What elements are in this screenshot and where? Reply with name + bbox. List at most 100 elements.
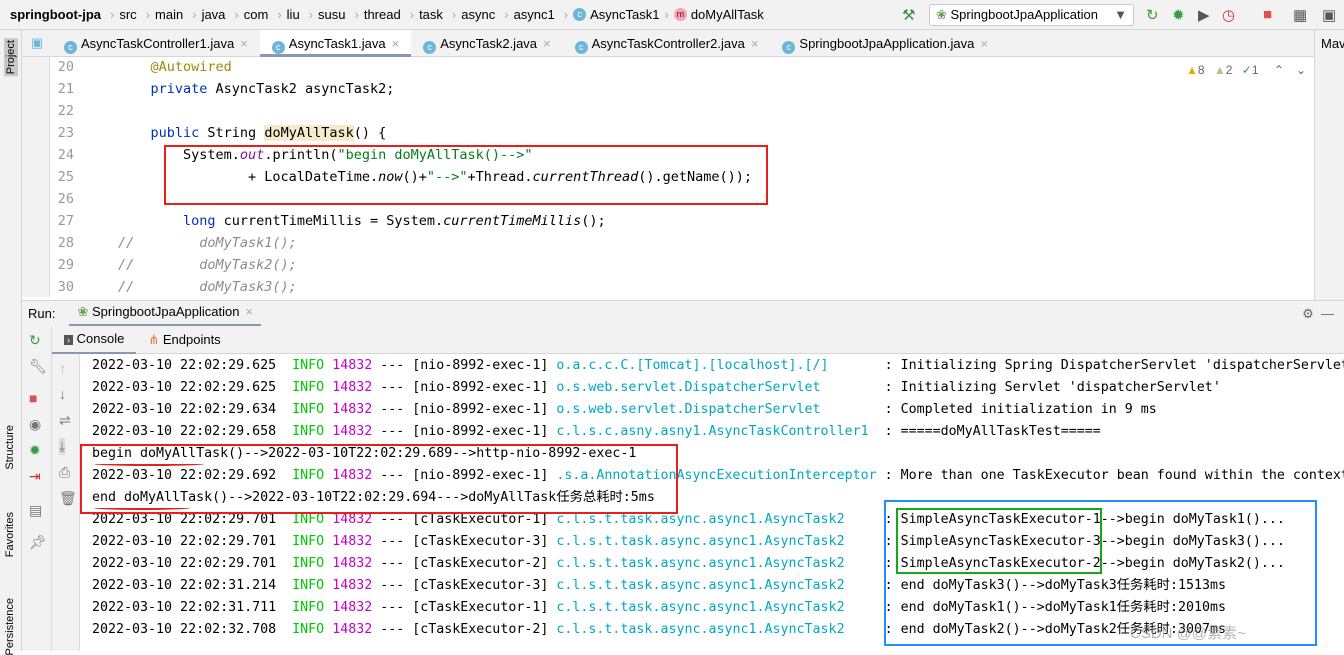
tab-springbootjpaapplication[interactable]: c SpringbootJpaApplication.java × (770, 30, 1000, 57)
project-structure-icon[interactable]: ▦ (1293, 6, 1307, 24)
breadcrumb-project[interactable]: springboot-jpa (10, 7, 101, 22)
debug-icon[interactable]: ✹ (1172, 6, 1185, 24)
log-logger[interactable]: c.l.s.t.task.async.async1.AsyncTask2 (556, 575, 884, 597)
breadcrumb-class[interactable]: AsyncTask1 (590, 7, 659, 22)
maven-tool-button[interactable]: Mav (1314, 30, 1344, 300)
structure-tool-button[interactable]: Structure (4, 425, 16, 470)
layout-icon[interactable]: ▤ (29, 502, 42, 519)
breadcrumb-item[interactable]: thread (364, 7, 401, 22)
breadcrumb-item[interactable]: java (202, 7, 226, 22)
favorites-tool-button[interactable]: Favorites (4, 512, 16, 557)
tab-menu-icon[interactable]: ▣ (22, 35, 52, 51)
close-icon[interactable]: × (751, 36, 759, 51)
log-thread: --- [cTaskExecutor-1] (380, 512, 549, 527)
log-logger[interactable]: c.l.s.c.asny.asny1.AsyncTaskController1 (556, 421, 884, 443)
breadcrumb-item[interactable]: susu (318, 7, 345, 22)
tab-asynctaskcontroller2[interactable]: c AsyncTaskController2.java × (563, 30, 771, 57)
code-token: currentTimeMillis (443, 213, 582, 229)
log-thread: --- [nio-8992-exec-1] (380, 358, 549, 373)
soft-wrap-icon[interactable]: ⇌ (59, 412, 71, 429)
stop-icon[interactable]: ■ (29, 390, 37, 406)
coverage-icon[interactable]: ▶ (1198, 6, 1210, 24)
stop-icon[interactable]: ■ (1263, 6, 1272, 23)
scroll-up-icon[interactable]: ↑ (59, 360, 66, 376)
log-logger[interactable]: o.a.c.c.C.[Tomcat].[localhost].[/] (556, 355, 884, 377)
profile-icon[interactable]: ◷ (1222, 6, 1235, 24)
log-pid: 14832 (332, 512, 373, 527)
tab-asynctask2[interactable]: c AsyncTask2.java × (411, 30, 562, 57)
line-number: 23 (57, 125, 74, 141)
breadcrumb-item[interactable]: async1 (514, 7, 555, 22)
wrench-icon[interactable]: 🔧︎ (29, 358, 47, 375)
exit-icon[interactable]: ⇥ (29, 468, 41, 485)
breadcrumb-item[interactable]: com (244, 7, 269, 22)
log-logger[interactable]: .s.a.AnnotationAsyncExecutionInterceptor (556, 465, 884, 487)
console-text: end doMyAllTask()-->2022-03-10T22:02:29.… (92, 490, 655, 505)
run-window-icon[interactable]: ▣ (1322, 6, 1336, 24)
log-pid: 14832 (332, 556, 373, 571)
log-thread: --- [cTaskExecutor-3] (380, 534, 549, 549)
rerun-icon[interactable]: ↻ (1146, 6, 1159, 24)
tab-endpoints[interactable]: ⋔ Endpoints (136, 326, 232, 354)
tab-asynctask1[interactable]: c AsyncTask1.java × (259, 29, 412, 57)
breadcrumb-item[interactable]: task (419, 7, 443, 22)
close-icon[interactable]: × (392, 36, 400, 51)
console-line: 2022-03-10 22:02:29.692 INFO 14832 --- [… (92, 465, 1344, 487)
breadcrumb-item[interactable]: src (119, 7, 136, 22)
tab-asynctaskcontroller1[interactable]: c AsyncTaskController1.java × (52, 30, 260, 57)
scroll-to-end-icon[interactable]: ⤓ (59, 438, 66, 455)
camera-icon[interactable]: ◉ (29, 416, 41, 433)
code-line: // doMyTask2(); (118, 257, 297, 273)
code-token: .println( (264, 147, 338, 163)
print-icon[interactable]: ⎙ (59, 464, 70, 481)
log-thread: --- [nio-8992-exec-1] (380, 402, 549, 417)
log-logger[interactable]: c.l.s.t.task.async.async1.AsyncTask2 (556, 597, 884, 619)
breadcrumb-item[interactable]: liu (287, 7, 300, 22)
code-editor[interactable]: ▲8 ▲2 ✓1 ⌃ ⌄ 20 @Autowired 21 private Asyn… (50, 57, 1314, 297)
close-icon[interactable]: × (980, 36, 988, 51)
console-line: 2022-03-10 22:02:29.658 INFO 14832 --- [… (92, 421, 1101, 443)
log-logger[interactable]: c.l.s.t.task.async.async1.AsyncTask2 (556, 509, 884, 531)
console-tabs: › Console ⋔ Endpoints (52, 325, 1344, 355)
settings-gear-icon[interactable]: ⚙ — (1302, 306, 1334, 322)
code-token: +Thread. (467, 169, 533, 185)
code-token: ()+ (402, 169, 427, 185)
pin-icon[interactable]: 📌︎ (29, 534, 47, 551)
inspection-widget[interactable]: ▲8 ▲2 ✓1 ⌃ ⌄ (1186, 63, 1306, 77)
project-tool-button[interactable]: Project (4, 38, 18, 77)
chevron-right-icon: › (354, 7, 359, 22)
run-config-tab[interactable]: ❀ SpringbootJpaApplication × (69, 300, 262, 327)
breadcrumb-method[interactable]: doMyAllTask (691, 7, 764, 22)
close-icon[interactable]: × (240, 36, 248, 51)
code-token: // doMyTask3(); (118, 279, 297, 295)
class-icon: c (423, 40, 437, 54)
close-icon[interactable]: × (543, 36, 551, 51)
log-logger[interactable]: c.l.s.t.task.async.async1.AsyncTask2 (556, 553, 884, 575)
log-logger[interactable]: o.s.web.servlet.DispatcherServlet (556, 399, 884, 421)
scroll-down-icon[interactable]: ↓ (59, 386, 66, 402)
breadcrumb-item[interactable]: main (155, 7, 183, 22)
tab-console[interactable]: › Console (52, 325, 137, 355)
build-hammer-icon[interactable]: ⚒ (902, 6, 915, 24)
log-timestamp: 2022-03-10 22:02:31.214 (92, 578, 277, 593)
debug-icon[interactable]: ✹ (29, 442, 41, 459)
code-token: @Autowired (118, 59, 232, 75)
run-config-label: SpringbootJpaApplication (950, 7, 1098, 22)
log-thread: --- [cTaskExecutor-3] (380, 578, 549, 593)
run-config-select[interactable]: ❀ SpringbootJpaApplication ▼ (929, 4, 1134, 26)
persistence-tool-button[interactable]: Persistence (4, 598, 16, 655)
clear-icon[interactable]: 🗑︎ (59, 490, 77, 507)
breadcrumb-item[interactable]: async (461, 7, 495, 22)
rerun-icon[interactable]: ↻ (29, 332, 41, 349)
log-thread: --- [nio-8992-exec-1] (380, 424, 549, 439)
console-output[interactable]: 2022-03-10 22:02:29.625 INFO 14832 --- [… (80, 354, 1344, 651)
log-timestamp: 2022-03-10 22:02:29.701 (92, 556, 277, 571)
log-message: : Completed initialization in 9 ms (884, 402, 1157, 417)
line-number: 25 (57, 169, 74, 185)
log-logger[interactable]: o.s.web.servlet.DispatcherServlet (556, 377, 884, 399)
log-logger[interactable]: c.l.s.t.task.async.async1.AsyncTask2 (556, 531, 884, 553)
code-token: "begin doMyAllTask()-->" (337, 147, 533, 163)
tab-label: AsyncTaskController1.java (81, 35, 235, 51)
code-token: long (118, 213, 224, 229)
log-logger[interactable]: c.l.s.t.task.async.async1.AsyncTask2 (556, 619, 884, 641)
